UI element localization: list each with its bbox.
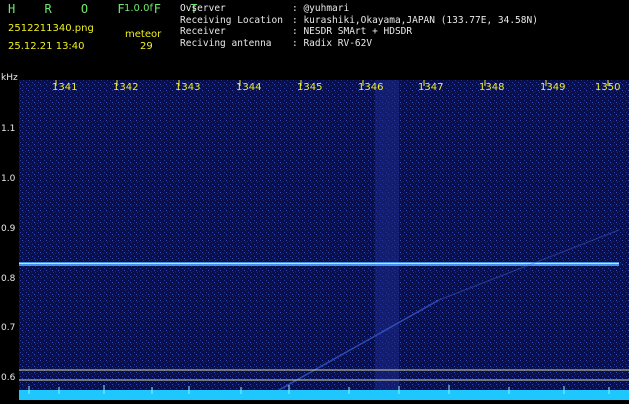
station-info: Ovserver : @yuhmari Receiving Location : k… bbox=[180, 3, 538, 49]
info-row-location: Receiving Location : kurashiki,Okayama,JA… bbox=[180, 15, 538, 27]
x-tick-label: 1346 bbox=[358, 82, 384, 93]
app-brand: H R O F F T bbox=[8, 2, 209, 16]
info-value: : Radix RV-62V bbox=[292, 37, 373, 49]
info-value: : kurashiki,Okayama,JAPAN (133.77E, 34.5… bbox=[292, 14, 538, 26]
x-tick-label: 1344 bbox=[236, 82, 262, 93]
y-tick-label: 0.6 bbox=[1, 373, 16, 383]
x-tick-label: 1341 bbox=[52, 82, 78, 93]
spectrogram-plot bbox=[19, 80, 629, 400]
info-label: Reciving antenna bbox=[180, 37, 272, 49]
y-tick-label: 0.8 bbox=[1, 274, 16, 284]
date-time: 25.12.21 13:40 bbox=[8, 41, 85, 52]
bright-band bbox=[375, 80, 399, 400]
info-value: : NESDR SMArt + HDSDR bbox=[292, 26, 413, 37]
x-tick-label: 1348 bbox=[479, 82, 505, 93]
x-tick-label: 1343 bbox=[175, 82, 201, 93]
info-row-antenna: Reciving antenna : Radix RV-62V bbox=[180, 38, 538, 50]
x-tick-label: 1349 bbox=[540, 82, 566, 93]
event-count: 29 bbox=[140, 41, 153, 52]
header-bar: H R O F F T 1.0.0f 2512211340.png meteor… bbox=[0, 0, 629, 80]
info-value: : @yuhmari bbox=[292, 3, 350, 14]
baseline-strip bbox=[19, 390, 629, 400]
x-tick-label: 1350 bbox=[595, 82, 621, 93]
noise-field bbox=[19, 80, 629, 400]
x-tick-label: 1345 bbox=[297, 82, 323, 93]
x-tick-label: 1342 bbox=[113, 82, 139, 93]
info-row-receiver: Receiver : NESDR SMArt + HDSDR bbox=[180, 26, 538, 38]
carrier-core bbox=[19, 263, 619, 264]
file-name: 2512211340.png bbox=[8, 23, 94, 34]
y-axis-unit: kHz bbox=[1, 73, 18, 83]
y-tick-label: 0.9 bbox=[1, 224, 16, 234]
info-label: Ovserver bbox=[180, 3, 226, 14]
info-row-observer: Ovserver : @yuhmari bbox=[180, 3, 538, 15]
info-label: Receiving Location bbox=[180, 14, 283, 26]
event-type: meteor bbox=[125, 29, 162, 40]
app-version: 1.0.0f bbox=[124, 3, 153, 14]
info-label: Receiver bbox=[180, 26, 226, 37]
y-tick-label: 1.1 bbox=[1, 124, 16, 134]
y-tick-label: 1.0 bbox=[1, 174, 16, 184]
spectrogram[interactable] bbox=[19, 80, 629, 400]
x-tick-label: 1347 bbox=[418, 82, 444, 93]
y-tick-label: 0.7 bbox=[1, 323, 16, 333]
